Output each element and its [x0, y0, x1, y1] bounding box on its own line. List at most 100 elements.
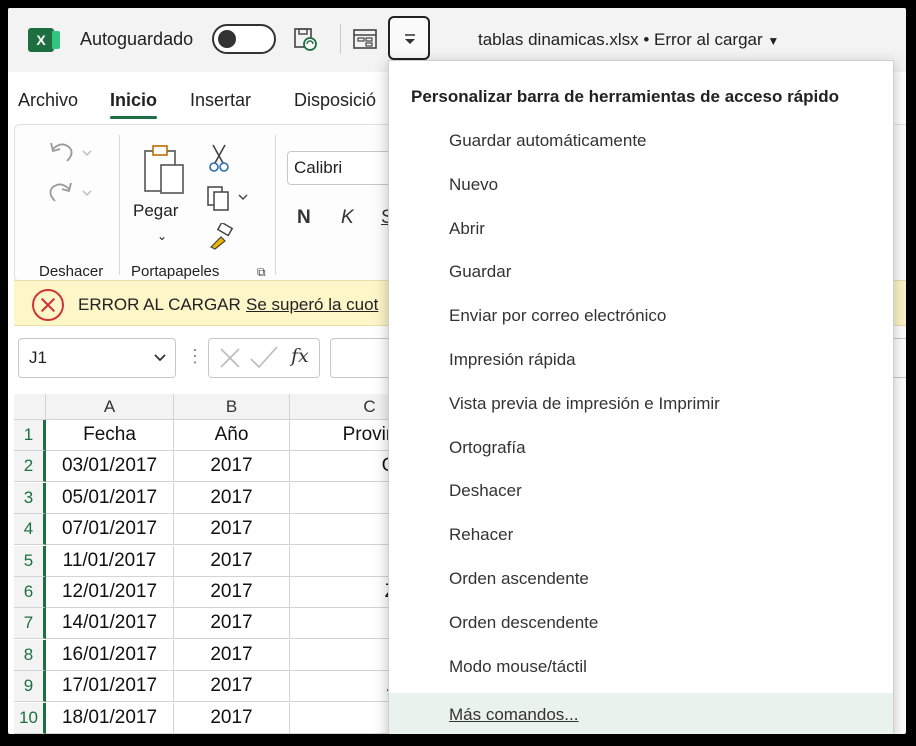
undo-icon[interactable]: [47, 139, 95, 174]
qat-customize-menu: Personalizar barra de herramientas de ac…: [388, 60, 894, 734]
table-cell[interactable]: 2017: [174, 451, 290, 483]
dialog-launcher-icon[interactable]: ⧉: [257, 265, 266, 280]
insert-function-button[interactable]: fx: [291, 345, 309, 367]
menu-item-label: Nuevo: [449, 174, 499, 194]
menu-item[interactable]: Modo mouse/táctil: [389, 647, 893, 687]
menu-item[interactable]: Más comandos...: [389, 693, 893, 734]
format-painter-icon[interactable]: [207, 221, 235, 256]
row-header[interactable]: 2: [14, 451, 46, 483]
table-cell[interactable]: 2017: [174, 608, 290, 640]
save-sync-icon[interactable]: [292, 26, 318, 52]
qat-customize-button[interactable]: [388, 16, 430, 60]
bold-button[interactable]: N: [297, 207, 311, 229]
table-cell[interactable]: 03/01/2017: [46, 451, 174, 483]
tab-archivo[interactable]: Archivo: [18, 90, 78, 111]
row-header[interactable]: 5: [14, 545, 46, 577]
menu-item[interactable]: Nuevo: [389, 165, 893, 205]
menu-item[interactable]: Orden descendente: [389, 603, 893, 643]
menu-item[interactable]: Deshacer: [389, 471, 893, 511]
name-box[interactable]: J1: [18, 338, 176, 378]
menu-item-label: Enviar por correo electrónico: [449, 306, 667, 326]
table-cell[interactable]: 2017: [174, 577, 290, 608]
clipboard-group-label: Portapapeles: [131, 263, 220, 280]
menu-item-label: Ortografía: [449, 437, 526, 457]
row-header[interactable]: 3: [14, 482, 46, 514]
paste-icon[interactable]: [141, 143, 187, 202]
error-title: ERROR AL CARGAR: [78, 295, 241, 314]
menu-item[interactable]: Abrir: [389, 209, 893, 249]
table-cell[interactable]: 2017: [174, 639, 290, 671]
menu-item-label: Guardar automáticamente: [449, 131, 647, 150]
table-cell[interactable]: 12/01/2017: [46, 577, 174, 608]
menu-item[interactable]: Ortografía: [389, 428, 893, 468]
formula-buttons: fx: [208, 338, 320, 378]
table-cell[interactable]: 17/01/2017: [46, 671, 174, 703]
menu-item[interactable]: Guardar automáticamente: [389, 121, 893, 161]
copy-icon[interactable]: [205, 185, 253, 218]
undo-group-label: Deshacer: [39, 263, 104, 280]
format-painter-svg: [209, 221, 234, 250]
menu-item-label: Modo mouse/táctil: [449, 656, 587, 676]
tab-insertar[interactable]: Insertar: [190, 90, 251, 111]
cut-icon[interactable]: [207, 143, 231, 178]
table-cell[interactable]: 05/01/2017: [46, 482, 174, 514]
column-header-a[interactable]: A: [46, 394, 174, 420]
cancel-enter-icons: [220, 346, 278, 369]
menu-item-label: Más comandos...: [449, 705, 579, 724]
header-cell[interactable]: Año: [174, 420, 290, 451]
chevron-down-icon: [154, 354, 166, 362]
error-close-icon: [32, 289, 64, 321]
paste-svg: [144, 145, 184, 194]
qat-separator: [340, 24, 341, 54]
toggle-knob: [218, 30, 236, 48]
row-header[interactable]: 10: [14, 702, 46, 734]
menu-item-label: Impresión rápida: [449, 350, 576, 369]
file-title[interactable]: tablas dinamicas.xlsx • Error al cargar …: [478, 30, 779, 50]
menu-item-label: Rehacer: [449, 525, 514, 545]
table-cell[interactable]: 2017: [174, 545, 290, 577]
menu-item[interactable]: Impresión rápida: [389, 340, 893, 380]
select-all-corner[interactable]: [14, 394, 46, 420]
menu-item[interactable]: Vista previa de impresión e Imprimir: [389, 384, 893, 424]
tab-disposicion[interactable]: Disposició: [294, 90, 376, 111]
menu-item-label: Orden ascendente: [449, 569, 589, 588]
column-header-b[interactable]: B: [174, 394, 290, 420]
italic-button[interactable]: K: [341, 207, 354, 229]
table-cell[interactable]: 18/01/2017: [46, 702, 174, 734]
paste-chevron-icon[interactable]: ⌄: [157, 229, 167, 243]
name-box-value: J1: [29, 348, 47, 367]
redo-icon[interactable]: [47, 179, 95, 214]
menu-item[interactable]: Rehacer: [389, 515, 893, 555]
form-icon[interactable]: [352, 26, 378, 52]
row-header[interactable]: 6: [14, 577, 46, 608]
menu-title: Personalizar barra de herramientas de ac…: [411, 87, 840, 106]
menu-item-label: Orden descendente: [449, 612, 599, 632]
row-header[interactable]: 7: [14, 608, 46, 640]
row-header[interactable]: 8: [14, 639, 46, 671]
menu-item-label: Deshacer: [449, 481, 522, 501]
row-header[interactable]: 9: [14, 671, 46, 703]
table-cell[interactable]: 07/01/2017: [46, 514, 174, 546]
save-sync-svg: [294, 28, 317, 51]
table-cell[interactable]: 11/01/2017: [46, 545, 174, 577]
menu-item[interactable]: Enviar por correo electrónico: [389, 296, 893, 336]
table-cell[interactable]: 2017: [174, 482, 290, 514]
table-cell[interactable]: 2017: [174, 671, 290, 703]
tab-inicio[interactable]: Inicio: [110, 90, 158, 119]
table-cell[interactable]: 14/01/2017: [46, 608, 174, 640]
header-cell[interactable]: Fecha: [46, 420, 174, 451]
menu-item[interactable]: Orden ascendente: [389, 559, 893, 599]
file-title-text: tablas dinamicas.xlsx • Error al cargar: [478, 30, 763, 49]
menu-item[interactable]: Guardar: [389, 252, 893, 292]
paste-label[interactable]: Pegar: [133, 201, 178, 221]
autosave-label: Autoguardado: [80, 29, 194, 49]
chevron-down-icon: [405, 34, 415, 44]
table-cell[interactable]: 16/01/2017: [46, 639, 174, 671]
formula-bar-grip-icon[interactable]: ⋮: [186, 346, 204, 367]
table-cell[interactable]: 2017: [174, 702, 290, 734]
error-link[interactable]: Se superó la cuot: [246, 295, 378, 315]
autosave-toggle[interactable]: [212, 24, 276, 54]
row-header[interactable]: 4: [14, 514, 46, 546]
row-header[interactable]: 1: [14, 420, 46, 451]
table-cell[interactable]: 2017: [174, 514, 290, 546]
